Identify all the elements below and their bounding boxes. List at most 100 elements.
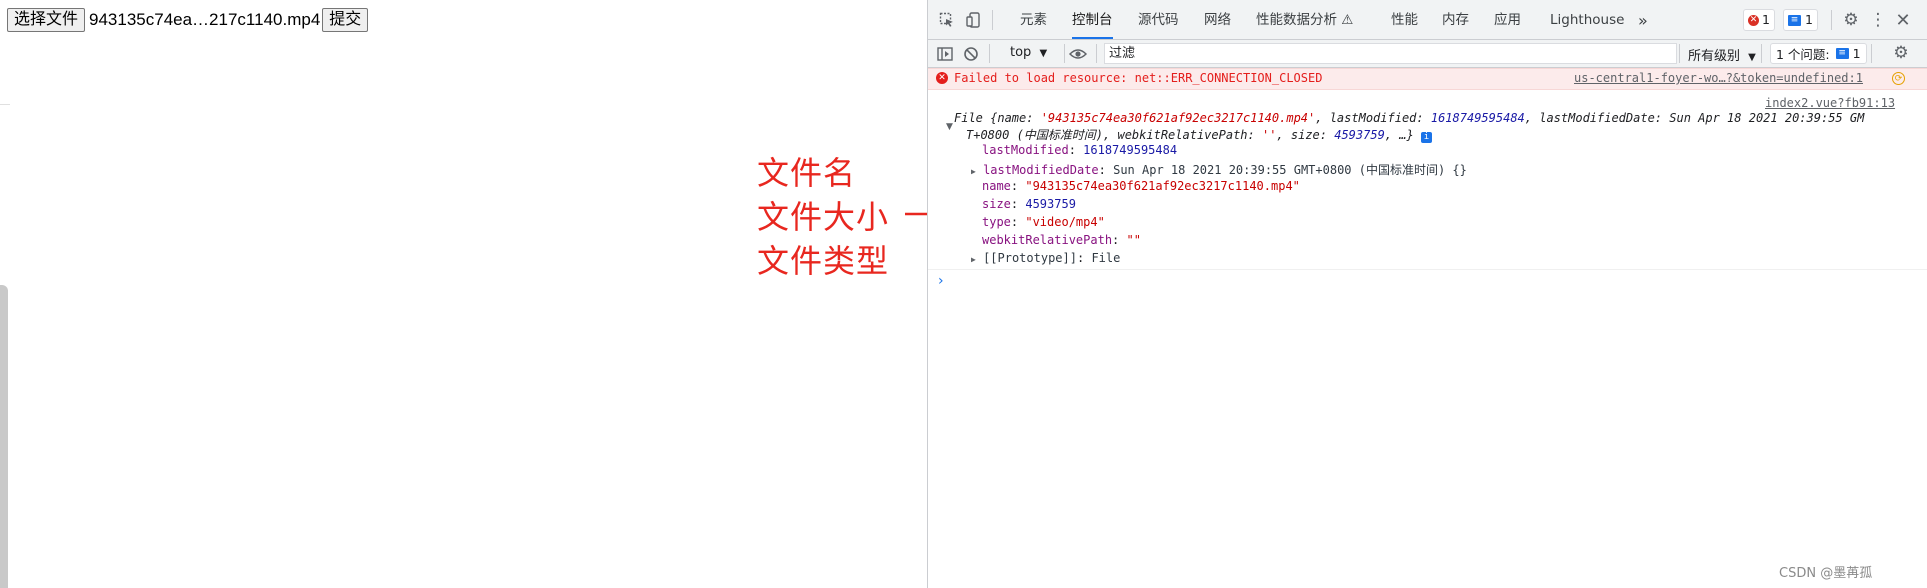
more-options-icon[interactable]: ⋮ — [1868, 10, 1888, 30]
prop-key: size — [982, 197, 1011, 211]
context-selector[interactable]: top ▼ — [1010, 45, 1047, 60]
toolbar-divider-3 — [1096, 44, 1097, 63]
toolbar-divider — [989, 44, 990, 63]
prop-value: "943135c74ea30f621af92ec3217c1140.mp4" — [1025, 179, 1300, 193]
filter-input[interactable]: 过滤 — [1104, 43, 1677, 64]
prop-name: name: "943135c74ea30f621af92ec3217c1140.… — [982, 179, 1300, 193]
console-error-message: ✕ Failed to load resource: net::ERR_CONN… — [928, 68, 1927, 90]
prop-webkitrelativepath: webkitRelativePath: "" — [982, 233, 1141, 247]
summary-mid1: , lastModified: — [1315, 111, 1431, 125]
issue-icon: ≡ — [1835, 48, 1849, 59]
prop-type: type: "video/mp4" — [982, 215, 1105, 229]
show-sidebar-icon[interactable] — [935, 44, 955, 64]
tabbar-divider-2 — [1831, 10, 1832, 30]
console-prompt-icon[interactable]: › — [938, 273, 944, 289]
selected-file-name: 943135c74ea…217c1140.mp4 — [89, 10, 321, 29]
collapsed-triangle-icon[interactable]: ▶ — [971, 167, 976, 176]
prop-key: lastModifiedDate — [983, 163, 1099, 177]
close-devtools-icon[interactable]: ✕ — [1893, 10, 1913, 31]
prop-value: 4593759 — [1025, 197, 1076, 211]
expand-triangle-icon[interactable]: ▼ — [946, 122, 953, 132]
console-settings-gear-icon[interactable]: ⚙ — [1891, 43, 1911, 63]
web-page: 选择文件 943135c74ea…217c1140.mp4 提交 文件名 文件大… — [0, 0, 956, 588]
summary-size: 4593759 — [1334, 128, 1385, 142]
file-input-row: 选择文件 943135c74ea…217c1140.mp4 提交 — [7, 8, 369, 32]
device-toolbar-icon[interactable] — [964, 10, 984, 30]
tab-performance[interactable]: 性能 — [1391, 0, 1418, 39]
error-count-badge[interactable]: ✕ 1 — [1743, 9, 1775, 31]
devtools-tabbar: 元素 控制台 源代码 网络 性能数据分析 ⚠ 性能 内存 应用 Lighthou… — [928, 0, 1927, 40]
summary-lastmodified: 1618749595484 — [1430, 111, 1525, 125]
prop-prototype[interactable]: ▶ [[Prototype]]: File — [971, 251, 1120, 265]
dropdown-arrow-icon: ▼ — [1039, 48, 1048, 59]
tabbar-divider — [992, 10, 993, 30]
summary-mid2: , lastModifiedDate: Sun Apr 18 2021 20:3… — [1524, 111, 1865, 125]
tab-lighthouse[interactable]: Lighthouse — [1550, 0, 1624, 39]
prop-key: type — [982, 215, 1011, 229]
prop-key: lastModified — [982, 143, 1069, 157]
annotation-file-name: 文件名 — [757, 154, 857, 192]
prop-key: webkitRelativePath — [982, 233, 1113, 247]
issues-label: 1 个问题: — [1776, 47, 1830, 62]
summary-name: '943135c74ea30f621af92ec3217c1140.mp4' — [1040, 111, 1316, 125]
message-count: 1 — [1805, 12, 1813, 27]
prop-value: "video/mp4" — [1025, 215, 1105, 229]
page-scrollbar[interactable] — [0, 285, 8, 588]
prop-value: File — [1091, 251, 1121, 265]
message-count-badge[interactable]: ≡ 1 — [1783, 9, 1818, 31]
prop-key: name — [982, 179, 1011, 193]
info-icon[interactable]: i — [1420, 132, 1432, 143]
console-toolbar: top ▼ 过滤 所有级别 ▼ 1 个问题: ≡ 1 ⚙ — [928, 40, 1927, 68]
error-circle-icon: ✕ — [936, 72, 948, 84]
tab-elements[interactable]: 元素 — [1020, 0, 1047, 39]
inspect-element-icon[interactable] — [937, 10, 957, 30]
choose-file-button[interactable]: 选择文件 — [7, 8, 86, 32]
toolbar-divider-5 — [1761, 44, 1762, 63]
error-text: Failed to load resource: net::ERR_CONNEC… — [954, 71, 1323, 85]
prop-value: 1618749595484 — [1083, 143, 1178, 157]
tab-sources[interactable]: 源代码 — [1138, 0, 1179, 39]
clear-console-icon[interactable] — [961, 44, 981, 64]
file-object-summary-wrap: T+0800 (中国标准时间), webkitRelativePath: '',… — [966, 126, 1432, 143]
prop-size: size: 4593759 — [982, 197, 1076, 211]
error-source-link[interactable]: us-central1-foyer-wo…?&token=undefined:1 — [1574, 71, 1863, 85]
prop-key: [[Prototype]] — [983, 251, 1077, 265]
prop-value: Sun Apr 18 2021 20:39:55 GMT+0800 (中国标准时… — [1113, 163, 1467, 177]
summary-line2a: T+0800 (中国标准时间), webkitRelativePath: — [966, 128, 1262, 142]
collapsed-triangle-icon[interactable]: ▶ — [971, 255, 976, 264]
live-expression-eye-icon[interactable] — [1068, 44, 1088, 64]
tab-performance-insights[interactable]: 性能数据分析 ⚠ — [1256, 0, 1353, 39]
issues-button[interactable]: 1 个问题: ≡ 1 — [1770, 43, 1867, 64]
file-object-summary[interactable]: File {name: '943135c74ea30f621af92ec3217… — [954, 111, 1864, 125]
console-row-divider — [928, 269, 1927, 270]
summary-end: , …} — [1384, 128, 1414, 142]
more-tabs-button[interactable]: » — [1638, 0, 1648, 39]
context-value: top — [1010, 45, 1032, 60]
annotation-file-size: 文件大小 — [757, 198, 890, 236]
prop-lastmodified: lastModified: 1618749595484 — [982, 143, 1178, 157]
console-source-link[interactable]: index2.vue?fb91:13 — [1765, 96, 1895, 110]
tab-console[interactable]: 控制台 — [1072, 0, 1113, 39]
watermark: CSDN @墨苒孤 — [1779, 566, 1873, 581]
tab-memory[interactable]: 内存 — [1442, 0, 1469, 39]
issues-count: 1 — [1852, 46, 1861, 61]
submit-button[interactable]: 提交 — [322, 8, 369, 32]
prop-lastmodifieddate[interactable]: ▶ lastModifiedDate: Sun Apr 18 2021 20:3… — [971, 161, 1467, 178]
annotation-file-type: 文件类型 — [757, 242, 890, 280]
summary-prefix: File {name: — [954, 111, 1041, 125]
message-icon: ≡ — [1788, 14, 1801, 26]
toolbar-divider-2 — [1064, 44, 1065, 63]
dropdown-arrow-icon: ▼ — [1748, 52, 1756, 63]
log-levels-dropdown[interactable]: 所有级别 ▼ — [1688, 45, 1756, 64]
toolbar-divider-4 — [1679, 44, 1680, 63]
devtools-panel: 元素 控制台 源代码 网络 性能数据分析 ⚠ 性能 内存 应用 Lighthou… — [927, 0, 1927, 588]
summary-line2b: , size: — [1276, 128, 1335, 142]
page-divider — [0, 104, 10, 105]
settings-gear-icon[interactable]: ⚙ — [1841, 10, 1861, 30]
toolbar-divider-6 — [1871, 44, 1872, 63]
error-icon: ✕ — [1748, 14, 1759, 26]
network-info-icon[interactable]: ⟳ — [1892, 72, 1905, 85]
tab-application[interactable]: 应用 — [1494, 0, 1521, 39]
tab-network[interactable]: 网络 — [1204, 0, 1231, 39]
error-count: 1 — [1762, 12, 1770, 27]
